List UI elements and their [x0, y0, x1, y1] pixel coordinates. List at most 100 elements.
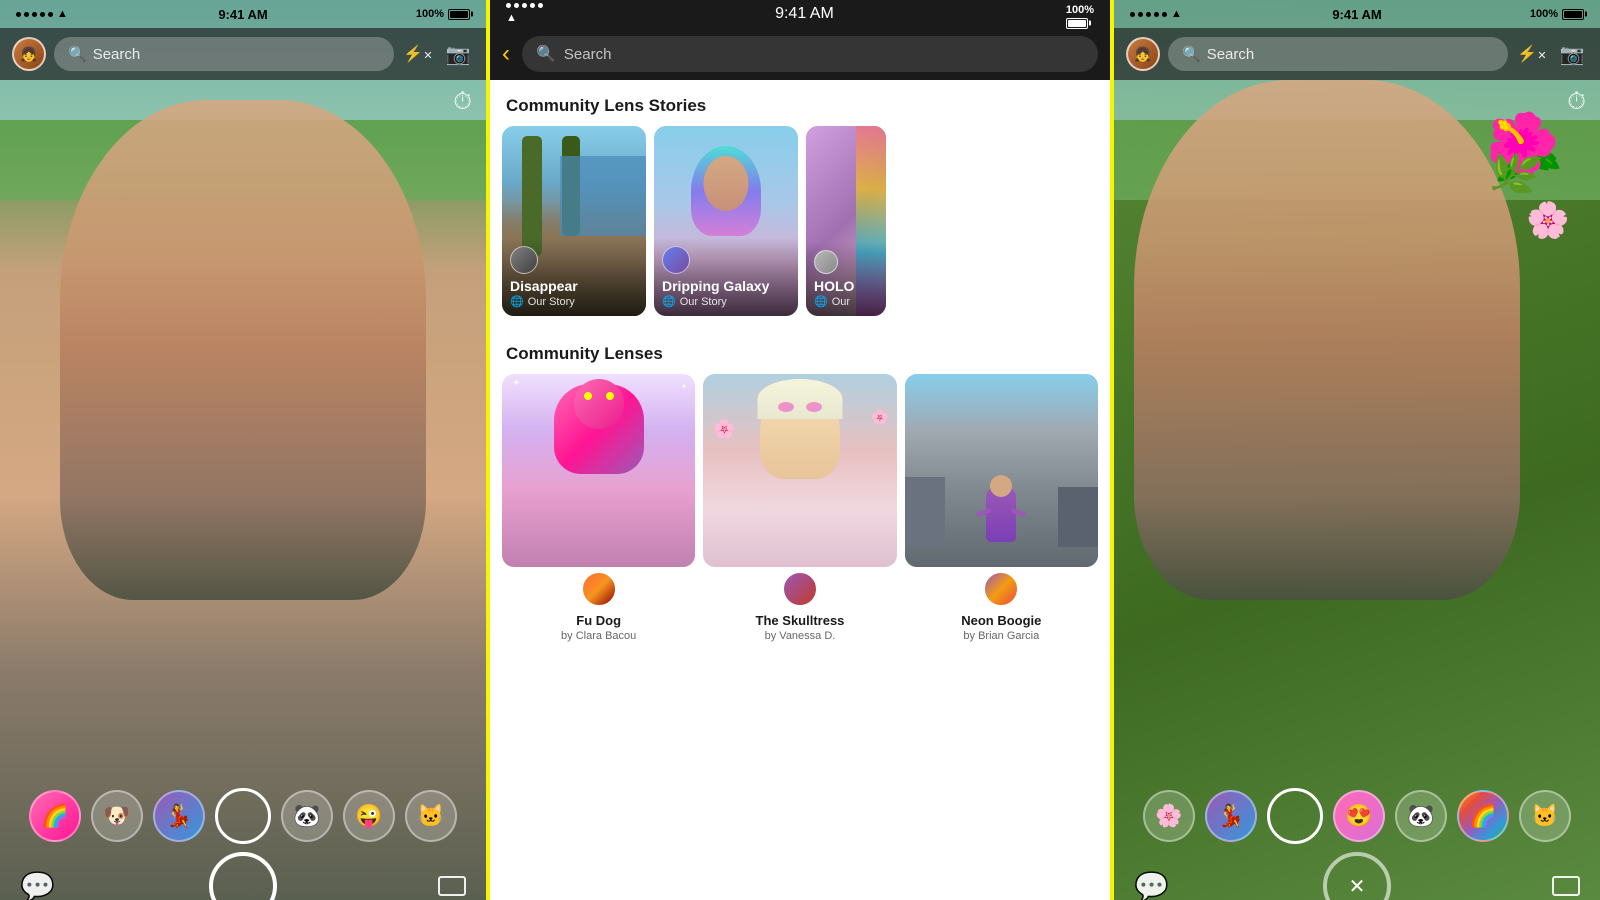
left-dots: ▲ [16, 8, 76, 20]
shutter-button[interactable] [209, 852, 277, 900]
lens-item[interactable]: 🌈 [29, 790, 81, 842]
lens-item[interactable]: 🐱 [405, 790, 457, 842]
center-dots: ▲ [506, 3, 543, 26]
lens-by-neon-boogie: by Brian Garcia [963, 630, 1039, 642]
right-search-bar[interactable]: 🔍 Search [1168, 37, 1508, 71]
search-bar[interactable]: 🔍 Search [54, 37, 394, 71]
left-battery: 100% [410, 8, 470, 20]
story-card-holo[interactable]: HOLO 🌐 Our [806, 126, 886, 316]
lens-item[interactable]: 💃 [1205, 790, 1257, 842]
battery-icon [1562, 9, 1584, 20]
left-header: 👧 🔍 Search ⚡✕ 📷 [0, 28, 486, 80]
right-timer-icon[interactable]: ⏱ [1567, 88, 1586, 116]
community-lens-stories-section: Community Lens Stories [490, 80, 1110, 328]
globe-icon: 🌐 [662, 295, 676, 308]
lens-card-neon-boogie[interactable]: Neon Boogie by Brian Garcia [905, 374, 1098, 642]
signal-dots [16, 12, 53, 17]
battery-pct: 100% [1066, 4, 1094, 16]
right-shutter-button[interactable]: ✕ [1323, 852, 1391, 900]
community-lenses-section: Community Lenses ✦ [490, 328, 1110, 642]
right-status-bar: ▲ 9:41 AM 100% [1114, 0, 1600, 28]
lens-item-active[interactable] [215, 788, 271, 844]
lens-item[interactable]: 🐶 [91, 790, 143, 842]
story-avatar-row [662, 246, 790, 274]
right-flash-icon[interactable]: ⚡✕ [1516, 44, 1548, 64]
story-card-disappear[interactable]: Disappear 🌐 Our Story [502, 126, 646, 316]
flash-icon[interactable]: ⚡✕ [402, 44, 434, 64]
story-avatar-row [814, 250, 878, 274]
story-title-disappear: Disappear [510, 278, 638, 295]
lens-info-row [983, 571, 1019, 611]
back-button[interactable]: ‹ [502, 40, 510, 68]
search-content[interactable]: Community Lens Stories [490, 80, 1110, 900]
lens-item[interactable]: 💃 [153, 790, 205, 842]
lens-avatar-neon-boogie [983, 571, 1019, 607]
center-panel: ▲ 9:41 AM 100% ‹ 🔍 Search Community Lens… [490, 0, 1110, 900]
story-card-dripping-galaxy[interactable]: Dripping Galaxy 🌐 Our Story [654, 126, 798, 316]
lens-item[interactable]: 🐱 [1519, 790, 1571, 842]
lens-item[interactable]: 🌈 [1457, 790, 1509, 842]
stories-row: Disappear 🌐 Our Story [490, 126, 1110, 328]
lens-by-fu-dog: by Clara Bacou [561, 630, 636, 642]
right-bottom-bar: 🌸 💃 😍 🐼 🌈 🐱 💬 ✕ [1114, 780, 1600, 900]
lens-name-neon-boogie: Neon Boogie [961, 613, 1041, 628]
wifi-icon: ▲ [57, 8, 68, 20]
left-status-bar: ▲ 9:41 AM 100% [0, 0, 486, 28]
chat-button[interactable]: 💬 [20, 870, 55, 900]
timer-icon[interactable]: ⏱ [453, 88, 472, 116]
right-lens-item-active[interactable] [1267, 788, 1323, 844]
story-overlay-holo: HOLO 🌐 Our [806, 242, 886, 316]
globe-icon: 🌐 [510, 295, 524, 308]
right-chat-button[interactable]: 💬 [1134, 870, 1169, 900]
lens-card-info: Fu Dog by Clara Bacou [502, 571, 695, 642]
search-icon: 🔍 [68, 45, 87, 63]
lens-avatar [581, 571, 617, 607]
story-overlay: Dripping Galaxy 🌐 Our Story [654, 238, 798, 316]
lens-card-fu-dog[interactable]: ✦ ✦ Fu Dog by Clara Bacou [502, 374, 695, 642]
story-title-dripping: Dripping Galaxy [662, 278, 790, 295]
center-status-bar: ▲ 9:41 AM 100% [490, 0, 1110, 28]
story-avatar-row [510, 246, 638, 274]
lens-info-row [581, 571, 617, 611]
search-placeholder: Search [1207, 46, 1255, 63]
lens-card-skulltress[interactable]: 🌸 🌸 The Skulltress by Vanessa D. [703, 374, 896, 642]
center-header: ‹ 🔍 Search [490, 28, 1110, 80]
right-camera-icon[interactable]: 📷 [1556, 42, 1588, 67]
story-avatar-holo [814, 250, 838, 274]
center-search-bar[interactable]: 🔍 Search [522, 36, 1098, 72]
lens-item[interactable]: 🐼 [281, 790, 333, 842]
left-phone-panel: ▲ 9:41 AM 100% 👧 🔍 Search ⚡✕ 📷 ⏱ 🌈 🐶 💃 🐼 [0, 0, 490, 900]
lens-card-info: Neon Boogie by Brian Garcia [905, 571, 1098, 642]
right-dots: ▲ [1130, 8, 1190, 20]
community-lenses-title: Community Lenses [490, 328, 1110, 374]
center-time: 9:41 AM [775, 5, 834, 23]
right-memories-button[interactable] [1552, 876, 1580, 896]
right-shutter-row: 💬 ✕ [1114, 852, 1600, 900]
right-time: 9:41 AM [1190, 7, 1524, 22]
lens-item[interactable]: 🐼 [1395, 790, 1447, 842]
memories-button[interactable] [438, 876, 466, 896]
lenses-grid: ✦ ✦ Fu Dog by Clara Bacou [490, 374, 1110, 642]
lens-name-fu-dog: Fu Dog [576, 613, 621, 628]
story-source-dripping: 🌐 Our Story [662, 295, 790, 308]
right-avatar[interactable]: 👧 [1126, 37, 1160, 71]
search-icon: 🔍 [1182, 45, 1201, 63]
lens-avatar-skulltress [782, 571, 818, 607]
lens-item[interactable]: 🌸 [1143, 790, 1195, 842]
story-avatar [662, 246, 690, 274]
battery-icon [448, 9, 470, 20]
camera-flip-icon[interactable]: 📷 [442, 42, 474, 67]
lens-info-row [782, 571, 818, 611]
left-time: 9:41 AM [76, 7, 410, 22]
lens-by-skulltress: by Vanessa D. [765, 630, 836, 642]
wifi-icon: ▲ [506, 12, 517, 24]
avatar[interactable]: 👧 [12, 37, 46, 71]
story-source-disappear: 🌐 Our Story [510, 295, 638, 308]
shutter-x-icon: ✕ [1349, 874, 1366, 899]
lens-item[interactable]: 😍 [1333, 790, 1385, 842]
signal-dots [1130, 12, 1167, 17]
battery-pct: 100% [1530, 8, 1558, 20]
lens-item[interactable]: 😜 [343, 790, 395, 842]
shutter-row: 💬 [0, 852, 486, 900]
story-avatar [510, 246, 538, 274]
